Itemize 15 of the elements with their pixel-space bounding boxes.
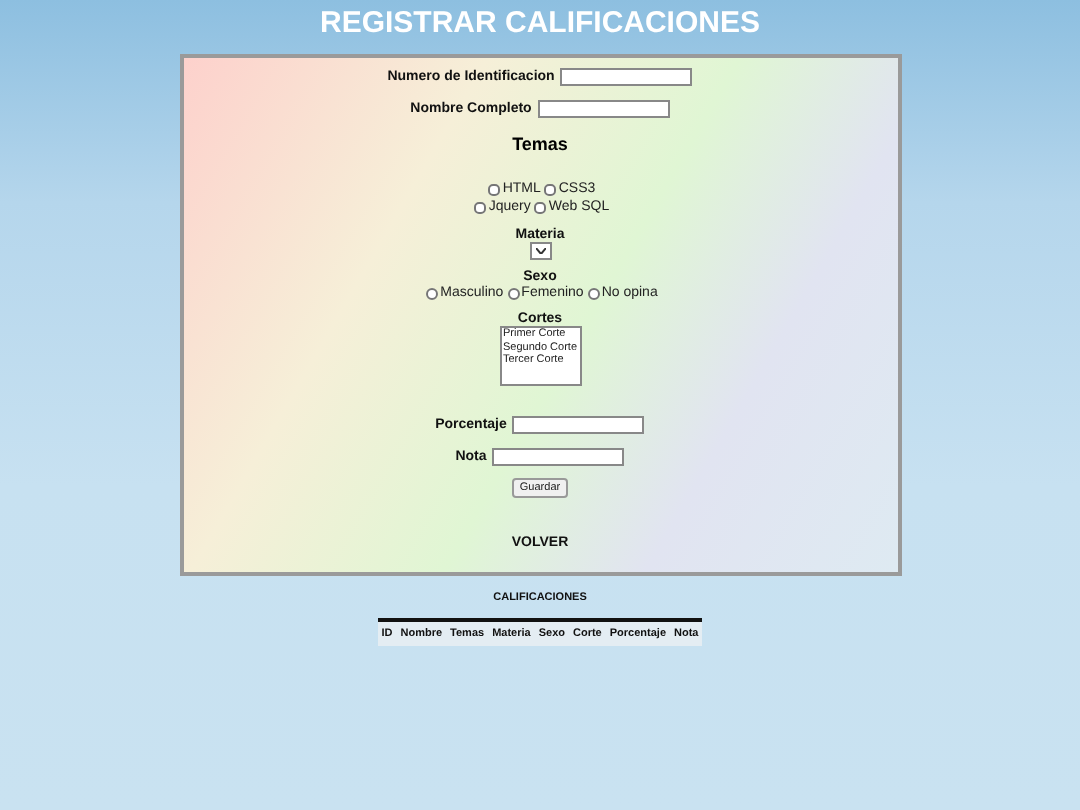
checkbox[interactable]: [544, 183, 557, 195]
radio-button[interactable]: [426, 287, 439, 299]
chevron-down-icon: [535, 248, 545, 254]
dropdown[interactable]: [529, 242, 551, 260]
radio-button[interactable]: [507, 287, 520, 299]
input-field[interactable]: [560, 67, 693, 85]
checkbox[interactable]: [474, 201, 487, 213]
section-heading: Temas: [512, 134, 568, 156]
input-field[interactable]: [537, 99, 670, 117]
radio-button[interactable]: [587, 287, 600, 299]
page-title: REGISTRAR CALIFICACIONES: [317, 4, 762, 44]
checkbox[interactable]: [488, 183, 501, 195]
input-field[interactable]: [492, 447, 625, 465]
checkbox[interactable]: [534, 201, 547, 213]
input-field[interactable]: [512, 415, 645, 433]
